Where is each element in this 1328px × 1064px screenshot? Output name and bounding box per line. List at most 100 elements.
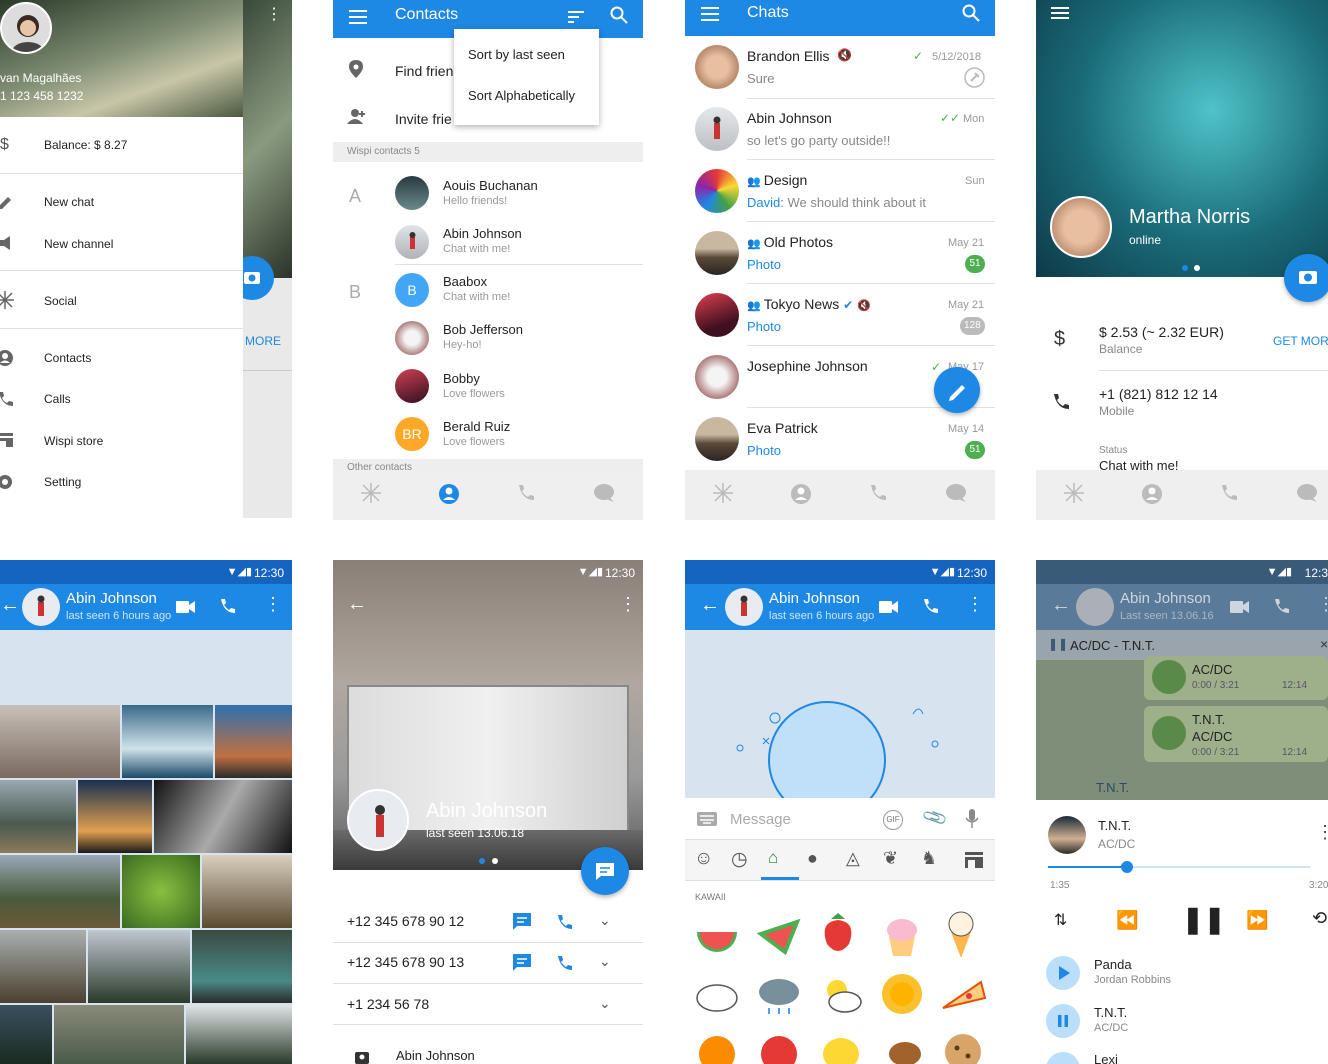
orange-sticker[interactable] bbox=[695, 1030, 739, 1064]
sticker-pack-icon[interactable]: ⌂ bbox=[768, 848, 778, 868]
menu-icon[interactable] bbox=[701, 6, 719, 22]
phone-icon[interactable] bbox=[516, 483, 536, 503]
avatar[interactable] bbox=[22, 588, 60, 626]
menu-item-sort-alpha[interactable]: Sort Alphabetically bbox=[468, 88, 575, 103]
seek-knob[interactable] bbox=[1120, 861, 1133, 873]
rewind-icon[interactable]: ⏪ bbox=[1116, 910, 1138, 931]
menu-icon[interactable] bbox=[349, 9, 367, 25]
animal-pack-icon[interactable]: ❦ bbox=[883, 848, 898, 869]
photo-thumb[interactable] bbox=[0, 855, 120, 928]
chat-icon[interactable] bbox=[1296, 483, 1318, 503]
drumstick-sticker[interactable] bbox=[881, 1028, 925, 1064]
get-more-link[interactable]: MORE bbox=[245, 334, 281, 348]
chevron-down-icon[interactable]: ⌄ bbox=[599, 953, 611, 970]
cake-pack-icon[interactable]: ◬ bbox=[846, 848, 860, 869]
store-icon[interactable] bbox=[965, 852, 983, 868]
chat-icon[interactable] bbox=[945, 483, 967, 503]
fast-forward-icon[interactable]: ⏩ bbox=[1246, 910, 1268, 931]
menu-icon[interactable] bbox=[1051, 6, 1069, 20]
phone-icon[interactable] bbox=[218, 597, 236, 615]
watermelon-sticker[interactable] bbox=[693, 912, 741, 960]
sunflower-sticker[interactable] bbox=[879, 970, 925, 1018]
shuffle-icon[interactable]: ⇅ bbox=[1054, 910, 1067, 930]
sun-cloud-sticker[interactable] bbox=[817, 972, 865, 1020]
cloud-sticker[interactable] bbox=[693, 974, 741, 1018]
lemon-sticker[interactable] bbox=[819, 1030, 863, 1064]
photo-thumb[interactable] bbox=[202, 855, 292, 928]
photo-thumb[interactable] bbox=[88, 930, 190, 1003]
social-icon[interactable] bbox=[1064, 483, 1084, 503]
video-call-icon[interactable] bbox=[176, 600, 196, 614]
message-icon[interactable] bbox=[513, 913, 531, 930]
photo-thumb[interactable] bbox=[0, 780, 76, 853]
attach-icon[interactable]: 📎 bbox=[921, 804, 949, 832]
back-arrow-icon[interactable]: ← bbox=[0, 594, 20, 617]
avatar[interactable] bbox=[0, 2, 52, 54]
photo-thumb[interactable] bbox=[0, 930, 86, 1003]
apple-sticker[interactable] bbox=[757, 1030, 801, 1064]
more-vert-icon[interactable]: ⋮ bbox=[1317, 594, 1328, 615]
cookie-sticker[interactable] bbox=[941, 1028, 985, 1064]
watermelon-slice-sticker[interactable] bbox=[755, 912, 803, 960]
rain-cloud-sticker[interactable] bbox=[755, 972, 803, 1020]
cupcake-sticker[interactable] bbox=[881, 910, 923, 960]
food-pack-icon[interactable]: ● bbox=[807, 848, 818, 869]
search-icon[interactable] bbox=[962, 4, 980, 22]
contacts-icon[interactable] bbox=[790, 483, 812, 505]
photo-thumb[interactable] bbox=[186, 1005, 292, 1064]
message-icon[interactable] bbox=[513, 954, 531, 971]
unicorn-pack-icon[interactable]: ♞ bbox=[921, 848, 937, 869]
pause-icon[interactable]: ❚❚ bbox=[1182, 904, 1226, 935]
photo-thumb[interactable] bbox=[0, 1005, 52, 1064]
ice-cream-sticker[interactable] bbox=[943, 908, 979, 960]
more-vert-icon[interactable]: ⋮ bbox=[266, 4, 282, 24]
avatar[interactable] bbox=[725, 588, 763, 626]
phone-icon[interactable] bbox=[555, 913, 573, 931]
compose-fab[interactable] bbox=[934, 367, 980, 413]
video-call-icon[interactable] bbox=[1230, 600, 1250, 614]
repeat-icon[interactable]: ⟲ bbox=[1312, 908, 1327, 929]
photo-thumb[interactable] bbox=[154, 780, 292, 853]
search-icon[interactable] bbox=[610, 6, 628, 24]
phone-icon[interactable] bbox=[921, 597, 939, 615]
photo-thumb[interactable] bbox=[0, 705, 120, 778]
phone-icon[interactable] bbox=[1272, 597, 1290, 615]
photo-thumb[interactable] bbox=[192, 930, 292, 1003]
emoji-icon[interactable]: ☺ bbox=[694, 848, 713, 870]
phone-icon[interactable] bbox=[555, 954, 573, 972]
phone-icon[interactable] bbox=[868, 483, 888, 503]
audio-message[interactable]: T.N.T. AC/DC 0:00 / 3:21 12:14 bbox=[1144, 706, 1328, 762]
photo-thumb[interactable] bbox=[122, 705, 213, 778]
more-vert-icon[interactable]: ⋮ bbox=[264, 594, 282, 615]
back-arrow-icon[interactable]: ← bbox=[1051, 594, 1071, 617]
mic-icon[interactable] bbox=[965, 809, 979, 829]
audio-message[interactable]: AC/DC 0:00 / 3:21 12:14 bbox=[1144, 656, 1328, 700]
chevron-down-icon[interactable]: ⌄ bbox=[599, 995, 611, 1012]
seek-bar[interactable] bbox=[1048, 861, 1310, 873]
social-icon[interactable] bbox=[361, 483, 381, 503]
keyboard-icon[interactable] bbox=[697, 812, 717, 826]
more-vert-icon[interactable]: ⋮ bbox=[966, 594, 984, 615]
strawberry-sticker[interactable] bbox=[817, 910, 859, 960]
chevron-down-icon[interactable]: ⌄ bbox=[599, 912, 611, 929]
phone-icon[interactable] bbox=[1219, 483, 1239, 503]
recent-icon[interactable]: ◷ bbox=[731, 848, 748, 871]
menu-item-sort-last-seen[interactable]: Sort by last seen bbox=[468, 47, 565, 62]
avatar[interactable] bbox=[1050, 196, 1112, 258]
sort-icon[interactable] bbox=[568, 9, 586, 25]
phone-number[interactable]: +1 (821) 812 12 14 bbox=[1099, 386, 1218, 402]
social-icon[interactable] bbox=[713, 483, 733, 503]
gif-icon[interactable]: GIF bbox=[883, 810, 903, 830]
photo-thumb[interactable] bbox=[215, 705, 292, 778]
back-arrow-icon[interactable]: ← bbox=[347, 593, 367, 616]
more-vert-icon[interactable]: ⋮ bbox=[1316, 822, 1328, 843]
photo-thumb[interactable] bbox=[78, 780, 152, 853]
pizza-sticker[interactable] bbox=[939, 972, 987, 1018]
message-input[interactable]: Message bbox=[730, 811, 791, 828]
chat-icon[interactable] bbox=[593, 483, 615, 503]
photo-thumb[interactable] bbox=[122, 855, 200, 928]
camera-fab[interactable] bbox=[1284, 254, 1328, 302]
video-call-icon[interactable] bbox=[879, 600, 899, 614]
invite-friends[interactable]: Invite frie bbox=[395, 111, 452, 127]
contacts-icon[interactable] bbox=[1141, 483, 1163, 505]
